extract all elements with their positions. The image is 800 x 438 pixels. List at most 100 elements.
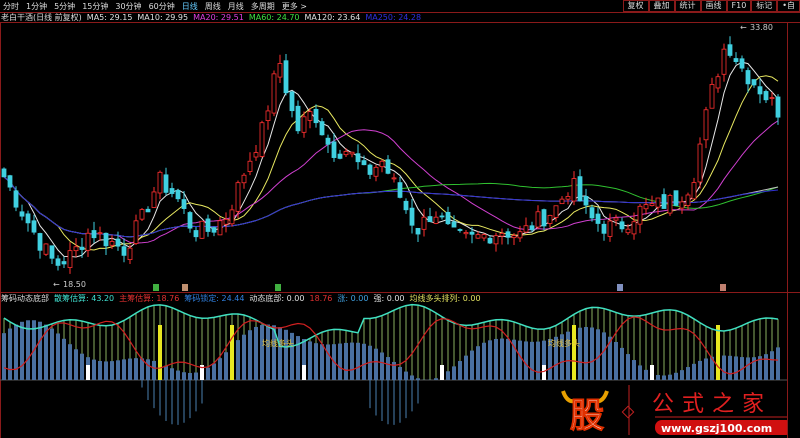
candle — [709, 77, 715, 109]
volume-bar — [632, 360, 636, 380]
event-marker-icon[interactable] — [617, 284, 623, 291]
candle — [535, 205, 541, 229]
volume-bar — [116, 360, 120, 380]
tab-7[interactable]: 周线 — [205, 1, 221, 12]
svg-text:公式之家: 公式之家 — [652, 392, 772, 417]
volume-bar — [218, 358, 222, 380]
low-price-label: 18.50 — [63, 280, 86, 289]
volume-bar — [656, 374, 660, 380]
tab-3[interactable]: 15分钟 — [82, 1, 108, 12]
candle — [457, 228, 463, 233]
toolbar-button-6[interactable]: •自 — [777, 0, 800, 12]
volume-bar — [626, 354, 630, 380]
candle — [715, 73, 721, 93]
candle — [727, 36, 733, 58]
candle — [193, 226, 199, 242]
event-marker-icon[interactable] — [153, 284, 159, 291]
stock-title: 老白干酒(日线 前复权) — [1, 13, 82, 22]
volume-bar — [728, 355, 732, 380]
candle — [601, 220, 607, 241]
volume-bar — [8, 328, 12, 380]
candle — [661, 188, 667, 209]
candle — [289, 90, 295, 118]
tab-9[interactable]: 多周期 — [251, 1, 275, 12]
candle — [697, 137, 703, 189]
candle — [295, 100, 301, 134]
indicator-value: 散筹估算: 43.20 — [54, 294, 115, 303]
volume-bar — [686, 367, 690, 380]
candle — [205, 214, 211, 237]
period-tabs: 分时 1分钟 5分钟 15分钟 30分钟 60分钟 日线 周线 月线 多周期 更多 > — [0, 0, 660, 12]
volume-bar — [770, 351, 774, 380]
event-marker-icon[interactable] — [275, 284, 281, 291]
signal-bar-yellow — [716, 325, 720, 380]
volume-bar — [170, 368, 174, 380]
candle — [619, 217, 625, 233]
toolbar-button-1[interactable]: 叠加 — [648, 0, 675, 12]
high-arrow-icon: ← — [740, 23, 747, 32]
candle — [151, 187, 157, 208]
tab-8[interactable]: 月线 — [228, 1, 244, 12]
candle — [415, 227, 421, 243]
candle — [145, 206, 151, 213]
candle — [643, 197, 649, 215]
tab-6[interactable]: 日线 — [182, 1, 198, 12]
volume-bar — [356, 342, 360, 380]
candle — [253, 144, 259, 161]
toolbar-button-0[interactable]: 复权 — [622, 0, 649, 12]
candle — [403, 198, 409, 214]
tab-2[interactable]: 5分钟 — [54, 1, 75, 12]
volume-bar — [236, 340, 240, 380]
volume-bar — [464, 355, 468, 380]
candle — [247, 152, 253, 176]
candle — [13, 186, 19, 212]
tab-0[interactable]: 分时 — [3, 1, 19, 12]
candle — [679, 196, 685, 214]
volume-bar — [530, 341, 534, 380]
tab-10[interactable]: 更多 > — [282, 1, 307, 12]
candle — [37, 232, 43, 259]
tab-4[interactable]: 30分钟 — [115, 1, 141, 12]
event-marker-icon[interactable] — [182, 284, 188, 291]
candle — [19, 204, 25, 221]
ma-bull-annotation: 均线多头 — [548, 338, 580, 348]
candle — [265, 105, 271, 130]
candle — [235, 180, 241, 219]
volume-bar — [134, 358, 138, 380]
volume-bar — [644, 369, 648, 380]
volume-bar — [410, 375, 414, 380]
volume-bar — [248, 330, 252, 380]
candle — [547, 214, 553, 228]
svg-text:www.gszj100.com: www.gszj100.com — [661, 422, 772, 435]
candle — [385, 155, 391, 175]
indicator-value: 筹码锁定: 24.44 — [184, 294, 245, 303]
kline-chart[interactable]: ← 33.80← 18.50均线多头 均线多头 — [0, 0, 800, 438]
volume-bar — [146, 359, 150, 380]
candle — [85, 228, 91, 257]
volume-bar — [320, 344, 324, 380]
volume-bar — [668, 374, 672, 380]
volume-bar — [152, 360, 156, 380]
volume-bar — [80, 353, 84, 380]
tab-1[interactable]: 1分钟 — [26, 1, 47, 12]
signal-bar-yellow — [158, 325, 162, 380]
signal-bar-yellow — [230, 325, 234, 380]
candle — [667, 193, 673, 216]
tab-5[interactable]: 60分钟 — [149, 1, 175, 12]
candle — [427, 207, 433, 223]
ma-value: MA10: 29.95 — [137, 13, 189, 22]
volume-bar — [764, 354, 768, 380]
toolbar-button-2[interactable]: 统计 — [674, 0, 701, 12]
volume-bar — [206, 367, 210, 380]
candle — [115, 231, 121, 251]
ma-value: MA5: 29.15 — [86, 13, 133, 22]
volume-bar — [662, 375, 666, 380]
volume-bar — [50, 328, 54, 380]
svg-text:股: 股 — [570, 396, 604, 436]
candle — [1, 167, 7, 178]
toolbar-button-4[interactable]: F10 — [726, 0, 752, 12]
volume-bar — [182, 372, 186, 380]
toolbar-button-5[interactable]: 标记 — [751, 0, 778, 12]
toolbar-button-3[interactable]: 画线 — [700, 0, 727, 12]
event-marker-icon[interactable] — [720, 284, 726, 291]
